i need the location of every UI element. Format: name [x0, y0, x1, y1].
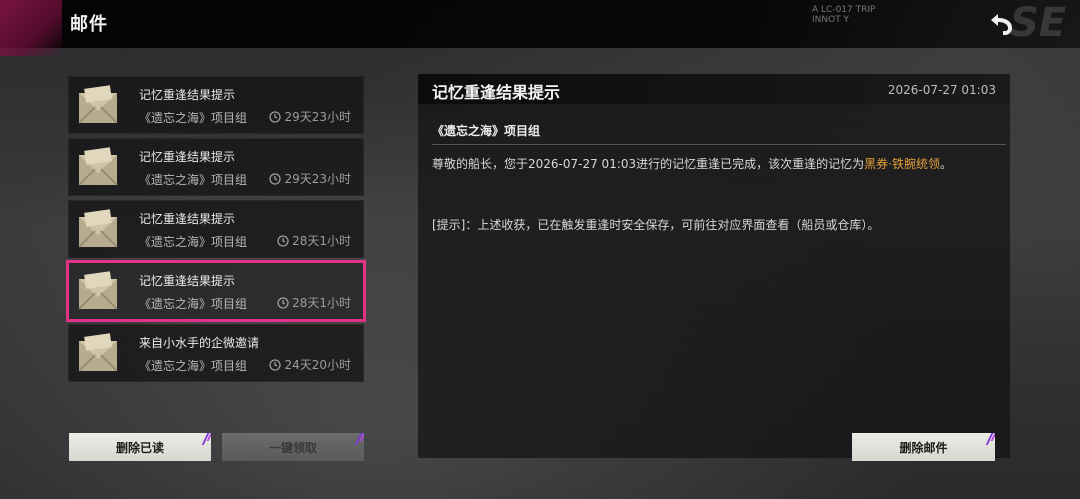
brand-stripe: [0, 0, 62, 56]
mail-title: 记忆重逢结果提示: [139, 150, 236, 164]
envelope-icon: [78, 271, 118, 310]
detail-title: 记忆重逢结果提示: [432, 83, 561, 102]
mail-list: 记忆重逢结果提示 《遗忘之海》项目组 29天23小时 记忆重逢结果提示 《遗忘之…: [66, 76, 366, 386]
reward-highlight: 黑券·铁腕统领: [864, 157, 940, 171]
mail-expiry: 28天1小时: [277, 232, 351, 249]
delete-mail-button[interactable]: 删除邮件: [852, 433, 995, 461]
detail-sender: 《遗忘之海》项目组: [432, 122, 1006, 145]
decorative-slash: [351, 433, 364, 441]
mail-expiry: 29天23小时: [269, 108, 351, 125]
mail-item[interactable]: 来自小水手的企微邀请 《遗忘之海》项目组 24天20小时: [68, 324, 364, 382]
claim-all-button[interactable]: 一键领取: [222, 433, 364, 461]
mail-item[interactable]: 记忆重逢结果提示 《遗忘之海》项目组 29天23小时: [68, 76, 364, 134]
mail-sender: 《遗忘之海》项目组: [139, 297, 248, 311]
page-title: 邮件: [70, 14, 108, 35]
detail-body: 尊敬的船长，您于2026-07-27 01:03进行的记忆重逢已完成，该次重逢的…: [432, 157, 952, 171]
envelope-icon: [78, 209, 118, 248]
mail-title: 记忆重逢结果提示: [139, 274, 236, 288]
detail-tip: [提示]：上述收获，已在触发重逢时安全保存，可前往对应界面查看（船员或仓库）。: [432, 218, 880, 232]
decorative-text: A LC-017 TRIP INNOT Y: [812, 5, 876, 25]
back-arrow-icon: [991, 14, 1012, 35]
mail-title: 记忆重逢结果提示: [139, 212, 236, 226]
mail-item[interactable]: 记忆重逢结果提示 《遗忘之海》项目组 28天1小时: [68, 200, 364, 258]
mail-title: 来自小水手的企微邀请: [139, 336, 260, 350]
clock-icon: [269, 172, 282, 185]
envelope-icon: [78, 85, 118, 124]
mail-item-selected[interactable]: 记忆重逢结果提示 《遗忘之海》项目组 28天1小时: [66, 260, 366, 322]
mail-item[interactable]: 记忆重逢结果提示 《遗忘之海》项目组 29天23小时: [68, 138, 364, 196]
detail-date: 2026-07-27 01:03: [887, 83, 996, 97]
mail-sender: 《遗忘之海》项目组: [139, 111, 248, 125]
decorative-slash: [198, 433, 211, 441]
mail-sender: 《遗忘之海》项目组: [139, 173, 248, 187]
envelope-icon: [78, 333, 118, 372]
mail-sender: 《遗忘之海》项目组: [139, 359, 248, 373]
clock-icon: [269, 110, 282, 123]
decorative-slash: [982, 433, 995, 441]
back-button[interactable]: [980, 8, 1020, 40]
mail-detail-panel: 记忆重逢结果提示 2026-07-27 01:03 《遗忘之海》项目组 尊敬的船…: [418, 74, 1010, 458]
mail-title: 记忆重逢结果提示: [139, 88, 236, 102]
clock-icon: [277, 234, 289, 247]
detail-header: 记忆重逢结果提示 2026-07-27 01:03: [418, 74, 1010, 104]
envelope-icon: [78, 147, 118, 186]
top-bar: 邮件 A LC-017 TRIP INNOT Y SE: [0, 0, 1080, 56]
clock-icon: [277, 296, 289, 309]
mail-expiry: 28天1小时: [277, 294, 351, 311]
mail-expiry: 24天20小时: [269, 356, 351, 373]
delete-read-button[interactable]: 删除已读: [69, 433, 211, 461]
mail-sender: 《遗忘之海》项目组: [139, 235, 248, 249]
clock-icon: [269, 358, 282, 371]
mail-expiry: 29天23小时: [269, 170, 351, 187]
